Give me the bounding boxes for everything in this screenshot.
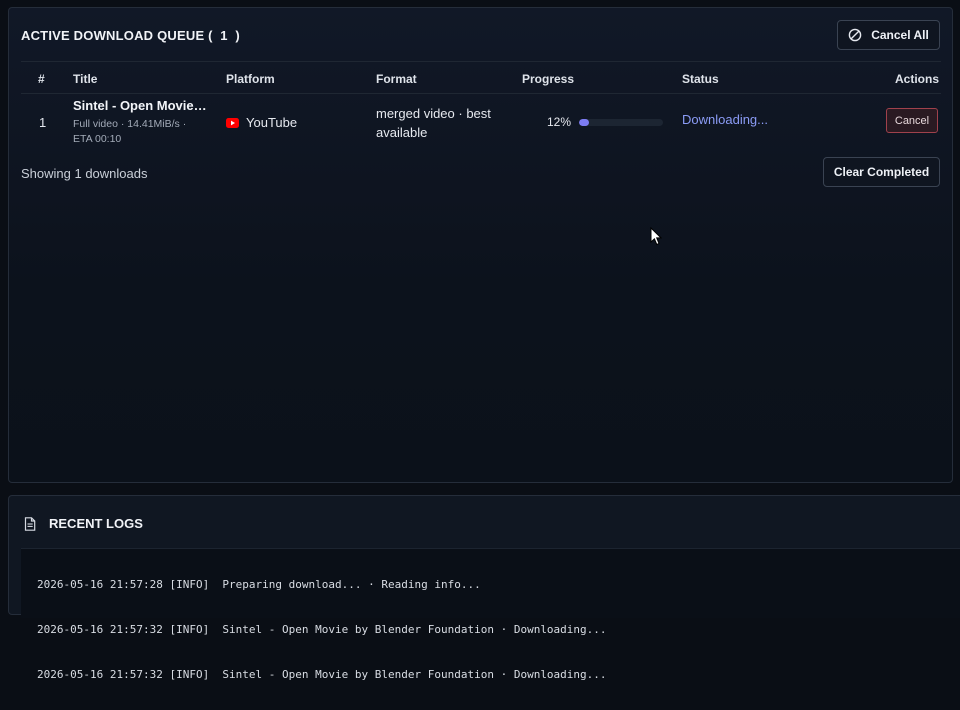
progress-percent: 12% (547, 115, 572, 129)
column-header-progress: Progress (522, 72, 575, 86)
row-cancel-button[interactable]: Cancel (886, 108, 938, 133)
progress-fill (579, 118, 590, 126)
column-header-status: Status (682, 72, 719, 86)
cancel-all-button[interactable]: Cancel All (837, 20, 940, 50)
clear-completed-button[interactable]: Clear Completed (823, 157, 940, 187)
cancel-circle-icon (848, 28, 862, 42)
logs-header: RECENT LOGS (24, 516, 143, 531)
recent-logs-panel: RECENT LOGS 2026-05-16 21:57:28 [INFO] P… (8, 495, 960, 681)
row-title: Sintel - Open Movie by Blender Foundatio… (73, 98, 208, 113)
showing-count: Showing 1 downloads (21, 166, 148, 181)
queue-title: ACTIVE DOWNLOAD QUEUE ( 1 ) (21, 28, 240, 43)
column-header-platform: Platform (226, 72, 275, 86)
column-header-format: Format (376, 72, 417, 86)
row-progress: 12% (547, 115, 664, 129)
table-row: 1 Sintel - Open Movie by Blender Foundat… (21, 94, 941, 149)
column-header-title: Title (73, 72, 98, 86)
cancel-all-label: Cancel All (871, 28, 929, 42)
row-platform: YouTube (226, 115, 297, 130)
row-subtitle: Full video · 14.41MiB/s · ETA 00:10 (73, 118, 187, 145)
mouse-pointer-icon (650, 226, 663, 246)
log-output[interactable]: 2026-05-16 21:57:28 [INFO] Preparing dow… (21, 548, 960, 681)
download-queue-panel: ACTIVE DOWNLOAD QUEUE ( 1 ) Cancel All #… (8, 7, 953, 483)
row-number: 1 (39, 115, 47, 130)
row-status: Downloading... (682, 112, 768, 127)
youtube-icon (226, 117, 239, 128)
row-format: merged video · best available (376, 106, 491, 140)
log-line: 2026-05-16 21:57:32 [INFO] Sintel - Open… (37, 668, 607, 681)
row-platform-label: YouTube (246, 115, 298, 130)
column-header-actions: Actions (894, 72, 939, 86)
progress-bar (579, 118, 664, 126)
log-line: 2026-05-16 21:57:32 [INFO] Sintel - Open… (37, 623, 607, 636)
row-title-cell: Sintel - Open Movie by Blender Foundatio… (73, 98, 208, 147)
document-icon (24, 516, 36, 531)
queue-table: # Title Platform Format Progress Status … (21, 61, 941, 149)
column-header-number: # (38, 72, 45, 86)
table-header: # Title Platform Format Progress Status … (21, 61, 941, 94)
logs-title: RECENT LOGS (49, 516, 143, 531)
log-line: 2026-05-16 21:57:28 [INFO] Preparing dow… (37, 578, 481, 591)
